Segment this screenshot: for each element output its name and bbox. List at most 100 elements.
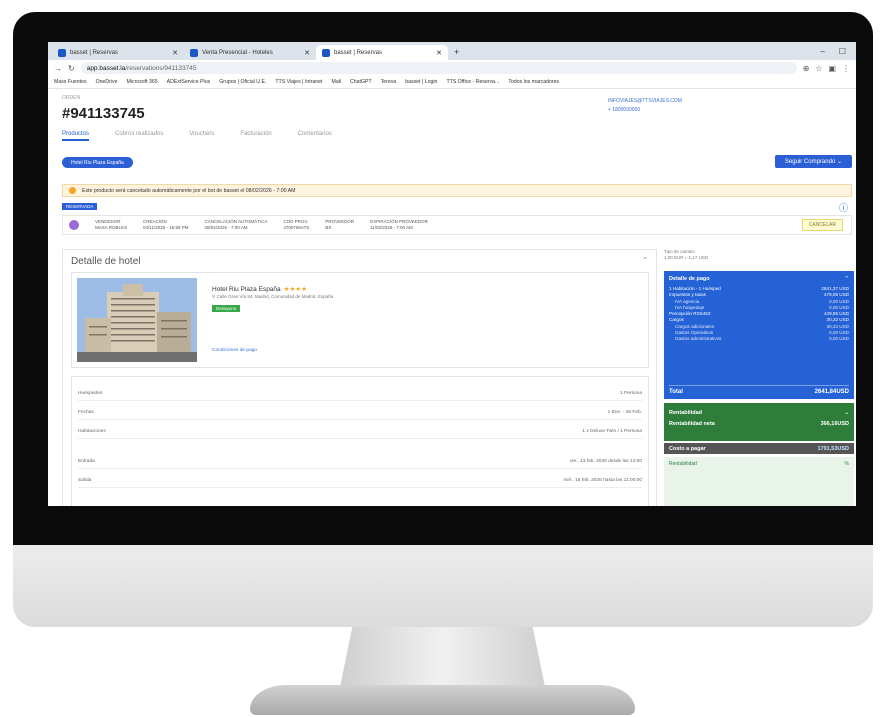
payment-line-value: 0,00 USD (829, 336, 849, 342)
payment-line-label: IVA hospedaje (675, 304, 705, 310)
row-value: 1 Persona (620, 391, 642, 396)
row-label: Entrada (78, 459, 95, 464)
info-value: 11/02/2026 - 7:00 AM (370, 225, 413, 230)
avatar (69, 220, 79, 230)
tab-vouchers[interactable]: Vouchers (189, 131, 214, 141)
meal-plan-tag: Desayuno (212, 305, 241, 312)
browser-tab-active[interactable]: basset | Reservas ✕ (316, 45, 448, 60)
payment-line: Gastos administrativos 0,00 USD (669, 336, 849, 342)
payment-line: IVA hospedaje 0,00 USD (669, 305, 849, 311)
net-profit-row: Rentabilidad neta 366,16USD (669, 419, 849, 430)
payment-total: Total 2641,84USD (669, 385, 849, 395)
contact-phone: + 1800000000 (608, 107, 641, 113)
payment-line-label: Gastos administrativos (675, 336, 722, 342)
net-profit-value: 366,16USD (820, 421, 849, 427)
info-value: 08/02/2026 - 7:00 AM (204, 225, 248, 230)
info-icon[interactable]: ⓘ (839, 201, 848, 214)
hotel-photo (77, 278, 197, 362)
back-icon[interactable]: → (54, 64, 62, 73)
bookmark-item[interactable]: basset | Login (405, 79, 437, 85)
row-label: Salida (78, 478, 92, 483)
continue-shopping-button[interactable]: Seguir Comprando ⌄ (774, 155, 852, 168)
url-host: app.basset.la (86, 64, 126, 72)
hotel-address-text: Calle Gran Vía 84, Madrid, Comunidad de … (216, 294, 334, 299)
close-icon[interactable]: ✕ (172, 49, 178, 57)
profit-percent-label: Rentabilidad (669, 461, 697, 467)
monitor-chin (13, 545, 873, 627)
bookmark-item[interactable]: Tereva (381, 79, 397, 85)
payment-title: Detalle de pago ⌃ (669, 276, 849, 282)
extensions-icon[interactable]: ▣ (828, 64, 836, 73)
tab-comentarios[interactable]: Comentarios (298, 131, 332, 141)
star-icon[interactable]: ☆ (815, 64, 822, 73)
hotel-detail-card: Detalle de hotel ⌃ Hotel Riu Plaza Españ… (62, 249, 657, 506)
profit-header[interactable]: Rentabilidad ⌄ (669, 408, 849, 419)
chevron-down-icon: ⌄ (844, 410, 849, 416)
browser-tab[interactable]: basset | Reservas ✕ (52, 45, 184, 60)
browser-tab[interactable]: Venta Presencial - Hoteles ✕ (184, 45, 316, 60)
row-value: 1 x Deluxe Twin / 1 Persona (582, 429, 642, 434)
total-value: 2641,84USD (814, 389, 849, 395)
tab-label: basset | Reservas (70, 49, 118, 56)
cancel-button[interactable]: CANCELAR (801, 219, 843, 231)
zoom-icon[interactable]: ⊕ (803, 64, 810, 73)
bookmark-item[interactable]: ADExtService Plus (167, 79, 211, 85)
close-icon[interactable]: ✕ (436, 49, 442, 57)
profitability-percent: Rentabilidad% (664, 457, 854, 506)
contact-email[interactable]: INFOVIAJES@TTSVIAJES.COM (608, 97, 682, 106)
chevron-up-icon[interactable]: ⌃ (642, 256, 648, 264)
profit-label: Rentabilidad (669, 410, 703, 416)
profitability-panel: Rentabilidad ⌄ Rentabilidad neta 366,16USD (664, 403, 854, 441)
table-row: Salida mié., 18 feb. 2026 hasta las 11:00… (78, 478, 642, 488)
stay-details-table: Huéspedes 1 Persona Fechas 1 Ene. - 26 Feb… (71, 376, 649, 506)
product-pill[interactable]: Hotel Riu Plaza España (62, 157, 133, 168)
hotel-summary: Hotel Riu Plaza España ★★★★ ⚲ Calle Gran … (71, 272, 649, 368)
bookmark-item[interactable]: Mass Fuentes (54, 79, 87, 85)
favicon-icon (322, 48, 330, 57)
tab-cobros[interactable]: Cobros realizados (115, 131, 163, 141)
booking-label: ORDEN (62, 95, 81, 101)
payment-detail-panel: Detalle de pago ⌃ 1 Habitación - 1 Huéspe… (664, 271, 854, 399)
location-pin-icon: ⚲ (212, 294, 216, 299)
info-value: MASA ROBLES (95, 225, 128, 230)
info-value: 04/11/2025 - 16:58 PM (143, 225, 189, 230)
warning-text: Este producto será cancelado automáticam… (82, 187, 296, 194)
browser-tab-strip: basset | Reservas ✕ Venta Presencial - Ho… (48, 42, 856, 60)
contact-info: INFOVIAJES@TTSVIAJES.COM + 1800000000 (608, 97, 682, 115)
payment-conditions-link[interactable]: Condiciones de pago (212, 348, 257, 353)
minimize-icon[interactable]: – (820, 47, 824, 56)
star-rating: ★★★★ (283, 286, 307, 293)
close-icon[interactable]: ✕ (304, 49, 310, 57)
cost-label: Costo a pagar (669, 445, 706, 452)
reload-icon[interactable]: ↻ (68, 64, 75, 73)
bookmark-item[interactable]: TTS Viajes | Intranet (275, 79, 322, 85)
continue-label: Seguir Comprando (784, 158, 836, 165)
maximize-icon[interactable]: ☐ (839, 47, 846, 56)
exchange-rate: Tipo de cambio 1,00 EUR = 1,17 USD (664, 249, 708, 261)
tab-productos[interactable]: Productos (62, 131, 90, 141)
bookmark-item[interactable]: ChatGPT (350, 79, 372, 85)
tab-label: Venta Presencial - Hoteles (202, 49, 273, 56)
bookmark-item[interactable]: Microsoft 365 (127, 79, 158, 85)
table-row: Entrada vie., 13 feb. 2026 desde las 14:0… (78, 459, 642, 469)
row-value: vie., 13 feb. 2026 desde las 14:00 (569, 459, 642, 464)
row-label: Habitaciones (78, 429, 106, 434)
url-input[interactable]: app.basset.la/reservations/941133745 (80, 62, 797, 74)
screen: basset | Reservas ✕ Venta Presencial - Ho… (48, 42, 856, 506)
tab-facturacion[interactable]: Facturación (240, 131, 271, 141)
bookmark-item[interactable]: Mail (332, 79, 342, 85)
profit-percent-value: % (844, 461, 849, 467)
bookmark-item[interactable]: Grupos | Oficial U.E. (219, 79, 266, 85)
info-value: 4700765ATS (283, 225, 310, 230)
new-tab-icon[interactable]: + (448, 47, 465, 60)
bookmark-item[interactable]: OneDrive (96, 79, 118, 85)
favicon-icon (58, 48, 66, 57)
chevron-up-icon[interactable]: ⌃ (844, 276, 849, 282)
bookmark-item[interactable]: Todos los marcadores (508, 79, 559, 85)
table-row: Huéspedes 1 Persona (78, 391, 642, 401)
info-cell: PROVEEDOR BS (325, 219, 354, 231)
cost-to-pay: Costo a pagar 1791,53USD (664, 443, 854, 454)
cancellation-warning: Este producto será cancelado automáticam… (62, 184, 852, 197)
bookmark-item[interactable]: TTS Office - Reserva... (446, 79, 499, 85)
menu-icon[interactable]: ⋮ (842, 64, 850, 73)
